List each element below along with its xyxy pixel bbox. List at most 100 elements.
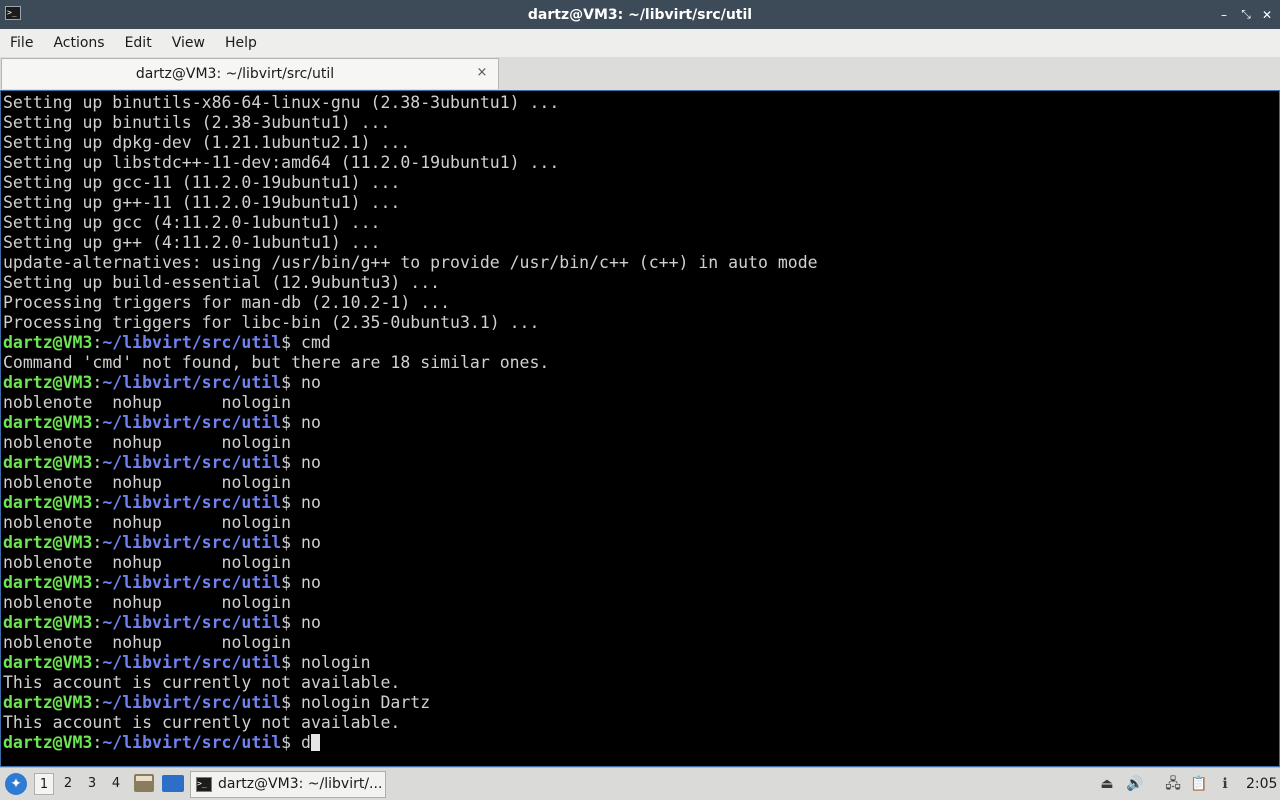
taskbar-window-label: dartz@VM3: ~/libvirt/... [218,776,383,792]
menu-actions[interactable]: Actions [43,29,114,57]
prompt-user: dartz@VM3 [3,573,93,592]
prompt-user: dartz@VM3 [3,333,93,352]
prompt-command: $ no [281,493,321,512]
prompt-path: ~/libvirt/src/util [102,373,282,392]
tab-terminal[interactable]: dartz@VM3: ~/libvirt/src/util × [1,58,499,89]
tab-close-icon[interactable]: × [474,65,490,81]
prompt-colon: : [92,693,103,712]
prompt-path: ~/libvirt/src/util [102,573,282,592]
file-manager-icon[interactable] [134,774,154,792]
window-titlebar[interactable]: >_ dartz@VM3: ~/libvirt/src/util – ⤡ ✕ [0,0,1280,29]
window-title: dartz@VM3: ~/libvirt/src/util [527,6,753,23]
prompt-colon: : [92,333,103,352]
prompt-path: ~/libvirt/src/util [102,693,282,712]
prompt-path: ~/libvirt/src/util [102,493,282,512]
prompt-user: dartz@VM3 [3,533,93,552]
prompt-user: dartz@VM3 [3,373,93,392]
prompt-line: dartz@VM3:~/libvirt/src/util$ nologin Da… [3,693,1279,713]
output-line: Setting up dpkg-dev (1.21.1ubuntu2.1) ..… [3,133,411,152]
prompt-colon: : [92,453,103,472]
taskbar-window-button[interactable]: >_ dartz@VM3: ~/libvirt/... [190,771,386,798]
menu-bar: File Actions Edit View Help [0,29,1280,57]
menu-file[interactable]: File [0,29,43,57]
prompt-user: dartz@VM3 [3,733,93,752]
show-desktop-icon[interactable] [162,775,184,792]
prompt-command: $ no [281,573,321,592]
terminal-view[interactable]: Setting up binutils-x86-64-linux-gnu (2.… [0,90,1280,767]
tab-strip: dartz@VM3: ~/libvirt/src/util × [0,57,1280,91]
desktop-1-button[interactable]: 1 [34,773,54,795]
menu-help[interactable]: Help [215,29,267,57]
terminal-app-icon: >_ [5,6,21,20]
prompt-line: dartz@VM3:~/libvirt/src/util$ d [3,733,1279,753]
output-line: Setting up g++ (4:11.2.0-1ubuntu1) ... [3,233,381,252]
output-line: noblenote nohup nologin [3,433,292,452]
close-button[interactable]: ✕ [1256,0,1278,29]
prompt-colon: : [92,573,103,592]
prompt-user: dartz@VM3 [3,413,93,432]
prompt-path: ~/libvirt/src/util [102,653,282,672]
prompt-colon: : [92,613,103,632]
prompt-line: dartz@VM3:~/libvirt/src/util$ no [3,533,1279,553]
prompt-line: dartz@VM3:~/libvirt/src/util$ nologin [3,653,1279,673]
output-line: Setting up gcc (4:11.2.0-1ubuntu1) ... [3,213,381,232]
prompt-line: dartz@VM3:~/libvirt/src/util$ no [3,613,1279,633]
output-line: Processing triggers for man-db (2.10.2-1… [3,293,451,312]
prompt-command: $ no [281,613,321,632]
notification-icon[interactable]: ℹ [1216,775,1234,793]
prompt-colon: : [92,493,103,512]
prompt-line: dartz@VM3:~/libvirt/src/util$ no [3,453,1279,473]
prompt-line: dartz@VM3:~/libvirt/src/util$ no [3,573,1279,593]
prompt-line: dartz@VM3:~/libvirt/src/util$ no [3,493,1279,513]
desktop-2-button[interactable]: 2 [58,773,78,795]
menu-edit[interactable]: Edit [115,29,162,57]
output-line: This account is currently not available. [3,713,401,732]
output-line: noblenote nohup nologin [3,553,292,572]
eject-icon[interactable]: ⏏ [1098,775,1116,793]
output-line: Setting up libstdc++-11-dev:amd64 (11.2.… [3,153,560,172]
prompt-path: ~/libvirt/src/util [102,453,282,472]
output-line: Setting up binutils-x86-64-linux-gnu (2.… [3,93,560,112]
maximize-button[interactable]: ⤡ [1235,0,1257,29]
prompt-colon: : [92,413,103,432]
prompt-line: dartz@VM3:~/libvirt/src/util$ no [3,413,1279,433]
text-cursor [310,734,320,751]
prompt-command: $ no [281,453,321,472]
prompt-line: dartz@VM3:~/libvirt/src/util$ cmd [3,333,1279,353]
prompt-colon: : [92,533,103,552]
volume-icon[interactable]: 🔊 [1126,775,1144,793]
prompt-path: ~/libvirt/src/util [102,733,282,752]
prompt-line: dartz@VM3:~/libvirt/src/util$ no [3,373,1279,393]
desktop-4-button[interactable]: 4 [106,773,126,795]
output-line: noblenote nohup nologin [3,473,292,492]
prompt-user: dartz@VM3 [3,693,93,712]
tab-label: dartz@VM3: ~/libvirt/src/util [135,66,335,82]
minimize-button[interactable]: – [1213,0,1235,29]
output-line: noblenote nohup nologin [3,593,292,612]
desktop-3-button[interactable]: 3 [82,773,102,795]
output-line: update-alternatives: using /usr/bin/g++ … [3,253,818,272]
clock: 2:05 [1246,776,1278,792]
prompt-colon: : [92,733,103,752]
clipboard-icon[interactable]: 📋 [1190,775,1208,793]
prompt-command: $ no [281,373,321,392]
output-line: Setting up binutils (2.38-3ubuntu1) ... [3,113,391,132]
prompt-command: $ nologin [281,653,371,672]
terminal-output: Setting up binutils-x86-64-linux-gnu (2.… [3,93,1279,753]
prompt-user: dartz@VM3 [3,453,93,472]
prompt-colon: : [92,653,103,672]
output-line: noblenote nohup nologin [3,513,292,532]
prompt-path: ~/libvirt/src/util [102,333,282,352]
prompt-command: $ cmd [281,333,331,352]
output-line: noblenote nohup nologin [3,393,292,412]
output-line: noblenote nohup nologin [3,633,292,652]
output-line: Setting up gcc-11 (11.2.0-19ubuntu1) ... [3,173,401,192]
prompt-user: dartz@VM3 [3,493,93,512]
terminal-task-icon: >_ [196,777,212,792]
menu-view[interactable]: View [162,29,215,57]
output-line: Processing triggers for libc-bin (2.35-0… [3,313,540,332]
prompt-command: $ d [281,733,311,752]
prompt-path: ~/libvirt/src/util [102,613,282,632]
network-icon[interactable]: 🖧 [1164,775,1182,793]
start-menu-icon[interactable]: ✦ [5,773,27,795]
